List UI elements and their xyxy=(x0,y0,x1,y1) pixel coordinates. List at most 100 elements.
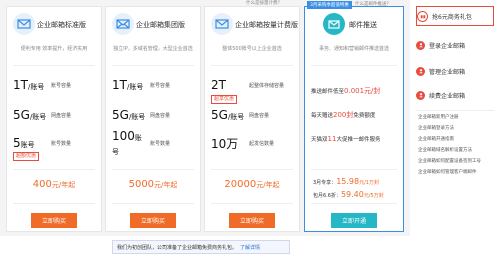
spec-value-wrap: 1T/账号 xyxy=(13,78,47,92)
product-area: 企业邮箱标准版 便利专用 效率提升，经济实用 1T/账号 账号容量 5G/账号 … xyxy=(0,0,410,236)
spec-value: 5G xyxy=(211,108,228,122)
buy-button[interactable]: 立即购买 xyxy=(31,213,77,228)
sidebar-item-label: 登录企业邮箱 xyxy=(429,42,466,50)
promo-highlight: 200封 xyxy=(333,111,354,119)
send-mail-icon xyxy=(323,13,345,35)
card-title: 企业邮箱集团版 xyxy=(136,21,185,29)
sidebar-link[interactable]: 企业邮箱如何管理客户端邮件 xyxy=(418,169,477,175)
price: 5000元/年起 xyxy=(106,179,200,190)
metered-hint-link[interactable]: 什么是按量计费？ xyxy=(246,0,282,6)
spec-unit: 账号 xyxy=(20,141,35,149)
card-subtitle: 整体500账号以上企业首选 xyxy=(222,46,282,52)
promo-suffix: 大促推一邮件服务 xyxy=(336,137,381,143)
user-icon xyxy=(416,90,425,100)
price: 20000元/年起 xyxy=(205,179,299,190)
spec-value: 1T xyxy=(112,78,127,92)
promo-row: 推送邮件低至 0.001元/封 xyxy=(311,83,399,99)
promo-tag: 超额优惠 xyxy=(13,152,40,161)
divider xyxy=(211,169,293,170)
sidebar-item-manage[interactable]: 管理企业邮箱 xyxy=(416,62,494,80)
product-card-group: 企业邮箱集团版 独立IP，多域名管理，大型企业首选 1T/账号 账号容量 5G/… xyxy=(105,6,201,232)
spec-row: 5G/账号 网盘容量 xyxy=(211,107,295,123)
spec-value: 10万 xyxy=(211,136,239,151)
price-value: 59.40 xyxy=(340,190,364,199)
spec-row: 5G/账号 网盘容量 xyxy=(13,107,97,123)
sidebar-item-label: 抢6元商务礼包 xyxy=(432,13,472,21)
spec-value-wrap: 5账号 xyxy=(13,136,47,150)
buy-button[interactable]: 立即购买 xyxy=(229,213,275,228)
spec-label: 网盘容量 xyxy=(51,112,72,119)
gift-icon xyxy=(417,10,428,22)
card-title: 企业邮箱标准版 xyxy=(37,21,86,29)
divider xyxy=(112,65,194,66)
card-header: 企业邮箱按量计费版 整体500账号以上企业首选 xyxy=(205,7,299,63)
spec-label: 起整体存储容量 xyxy=(249,82,285,89)
sidebar-item-renew[interactable]: 续费企业邮箱 xyxy=(416,86,494,104)
sidebar-link[interactable]: 企业邮箱新用户注册 xyxy=(418,114,459,120)
spec-label: 起发信数量 xyxy=(249,140,275,147)
sidebar-link[interactable]: 企业邮箱如何配置设备签到工号 xyxy=(418,158,481,164)
price-prefix: 3月专享： xyxy=(313,180,337,186)
user-icon xyxy=(416,40,425,50)
price: 400元/年起 xyxy=(7,179,101,190)
spec-row: 1T/账号 账号容量 xyxy=(13,77,97,93)
sidebar-item-label: 续费企业邮箱 xyxy=(429,92,466,100)
price-value: 5000 xyxy=(128,179,155,190)
spec-label: 账号数量 xyxy=(51,140,72,147)
spec-row: 100账号 账号数量 xyxy=(112,129,196,156)
spec-value-wrap: 1T/账号 xyxy=(112,78,146,92)
page: 企业邮箱标准版 便利专用 效率提升，经济实用 1T/账号 账号容量 5G/账号 … xyxy=(0,0,500,262)
sidebar-link[interactable]: 企业邮箱开通指南 xyxy=(418,136,454,142)
sidebar-item-login[interactable]: 登录企业邮箱 xyxy=(416,36,494,54)
notice-text: 我们为初创团队，公司准备了企业邮箱免费商务礼包。 xyxy=(117,244,238,251)
spec-label: 账号容量 xyxy=(150,82,171,89)
spec-value: 2T xyxy=(211,78,226,92)
divider xyxy=(13,65,95,66)
spec-value-wrap: 2T xyxy=(211,78,245,92)
price-unit: 元/年起 xyxy=(51,181,76,189)
spec-value: 5G xyxy=(13,108,30,122)
price-unit: 元/1万封 xyxy=(359,180,379,186)
spec-unit: /账号 xyxy=(126,83,144,91)
card-subtitle: 事务、通知和营销邮件推送首选 xyxy=(318,46,389,52)
divider xyxy=(211,203,293,204)
sidebar-link[interactable]: 企业邮箱域名解析设置方法 xyxy=(418,147,472,153)
card-header: 企业邮箱标准版 便利专用 效率提升，经济实用 xyxy=(7,7,101,63)
sidebar-item-gift-pack[interactable]: 抢6元商务礼包 xyxy=(416,6,494,26)
sidebar-link[interactable]: 企业邮箱登录方法 xyxy=(418,125,454,131)
spec-unit: /账号 xyxy=(227,113,245,121)
spec-row: 10万 起发信数量 xyxy=(211,135,295,151)
price-unit: 元/年起 xyxy=(256,181,280,189)
buy-button[interactable]: 立即购买 xyxy=(130,213,176,228)
spec-row: 5账号 账号数量 xyxy=(13,135,97,151)
open-now-button[interactable]: 立即开通 xyxy=(331,213,377,228)
spec-value-wrap: 5G/账号 xyxy=(211,108,245,122)
spec-label: 网盘容量 xyxy=(150,112,171,119)
promo-suffix: 免费额度 xyxy=(353,113,376,119)
promo-card-email-push: 3月采购季超值特惠 什么是邮件推送？ 邮件推送 事务、通知和营销邮件推送首选 推… xyxy=(304,1,404,232)
card-title: 邮件推送 xyxy=(349,21,377,29)
price-value: 400 xyxy=(32,179,52,190)
spec-row: 1T/账号 账号容量 xyxy=(112,77,196,93)
divider xyxy=(311,169,397,170)
notice-bar: 我们为初创团队，公司准备了企业邮箱免费商务礼包。 了解详情 xyxy=(112,240,290,254)
divider xyxy=(311,203,397,204)
spec-value: 5 xyxy=(13,136,21,150)
envelope-icon xyxy=(112,13,134,35)
promo-tag: 超享优惠 xyxy=(211,95,238,104)
price-unit: 元/5万封 xyxy=(363,193,384,199)
mail-icon xyxy=(13,13,35,35)
card-subtitle: 便利专用 效率提升，经济实用 xyxy=(20,46,88,52)
promo-highlight: 11 xyxy=(327,135,337,143)
divider xyxy=(311,65,397,66)
card-header: 邮件推送 事务、通知和营销邮件推送首选 xyxy=(305,7,403,63)
divider xyxy=(112,169,194,170)
spec-value-wrap: 5G/账号 xyxy=(112,108,146,122)
spec-value-wrap: 10万 xyxy=(211,135,245,152)
learn-more-link[interactable]: 了解详情 xyxy=(240,244,260,251)
spec-row: 5G/账号 网盘容量 xyxy=(112,107,196,123)
promo-price-line: 3月专享：15.98元/1万封 xyxy=(313,177,379,186)
promo-text: 天猫双 xyxy=(311,137,328,143)
price-unit: 元/年起 xyxy=(154,181,178,189)
spec-value-wrap: 5G/账号 xyxy=(13,108,47,122)
